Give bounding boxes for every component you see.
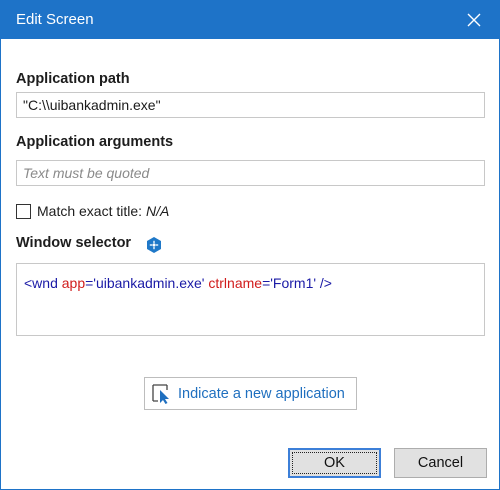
application-arguments-label: Application arguments <box>16 134 174 150</box>
application-path-label: Application path <box>16 71 130 87</box>
selector-tag-open: <wnd <box>24 275 62 291</box>
selector-tag-close: /> <box>319 275 332 291</box>
selector-value-ctrlname: ='Form1' <box>262 275 320 291</box>
window-selector-editor[interactable]: <wnd app='uibankadmin.exe' ctrlname='For… <box>16 263 485 336</box>
indicate-new-application-button[interactable]: Indicate a new application <box>144 377 357 410</box>
selector-editor-icon[interactable] <box>145 236 163 254</box>
edit-screen-dialog: Edit Screen Application path Application… <box>0 0 500 490</box>
close-icon <box>467 13 481 27</box>
pointer-select-icon <box>152 383 169 404</box>
focus-ring <box>292 452 377 474</box>
ok-button[interactable]: OK <box>288 448 381 478</box>
cancel-button-label: Cancel <box>417 455 464 471</box>
selector-value-app: ='uibankadmin.exe' <box>85 275 209 291</box>
title-bar: Edit Screen <box>1 1 499 39</box>
window-selector-label: Window selector <box>16 235 132 251</box>
application-arguments-input[interactable] <box>16 160 485 186</box>
match-exact-title-row: Match exact title: N/A <box>16 203 169 219</box>
application-path-input[interactable] <box>16 92 485 118</box>
indicate-new-application-label: Indicate a new application <box>178 385 345 402</box>
match-exact-title-checkbox[interactable] <box>16 203 31 219</box>
match-exact-title-value: N/A <box>146 203 170 219</box>
match-exact-title-label: Match exact title: <box>37 203 143 219</box>
selector-attr-ctrlname: ctrlname <box>208 275 263 291</box>
dialog-title: Edit Screen <box>16 11 94 28</box>
cancel-button[interactable]: Cancel <box>394 448 487 478</box>
selector-attr-app: app <box>61 275 86 291</box>
close-button[interactable] <box>461 7 487 33</box>
